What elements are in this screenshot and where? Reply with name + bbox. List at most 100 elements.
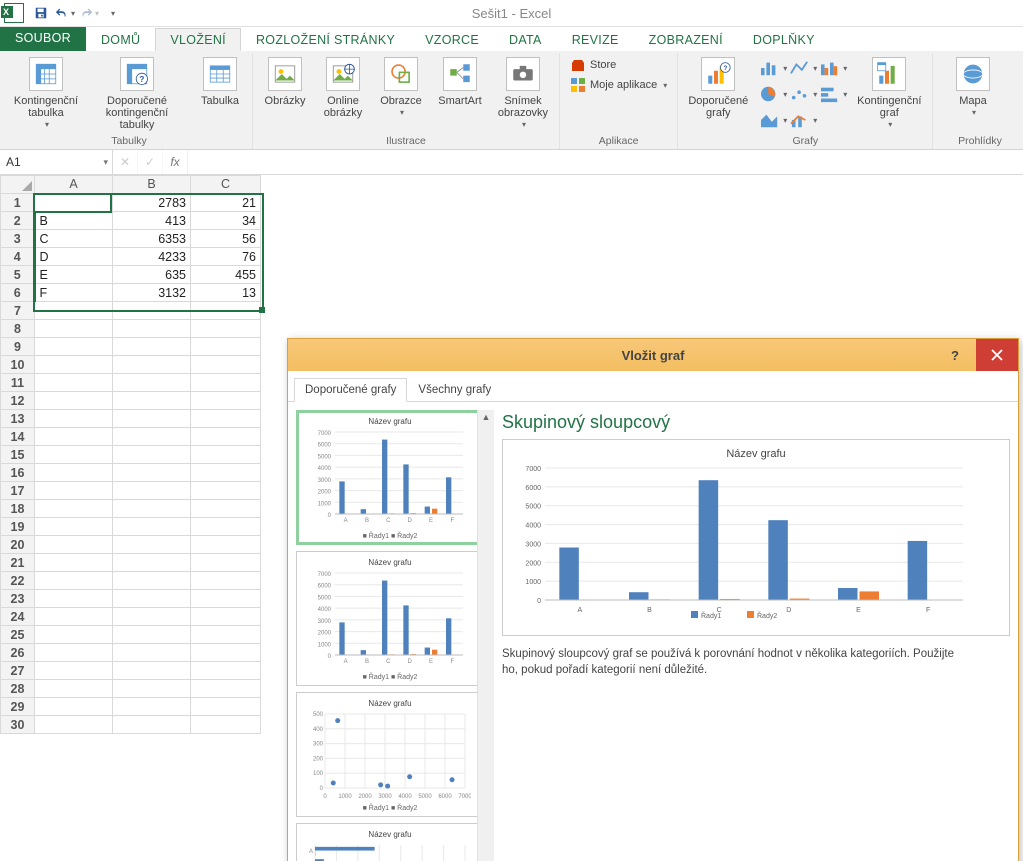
cell[interactable]	[35, 716, 113, 734]
cell[interactable]: 413	[113, 212, 191, 230]
cell[interactable]	[113, 338, 191, 356]
cell[interactable]	[191, 500, 261, 518]
cell[interactable]: C	[35, 230, 113, 248]
cell[interactable]	[35, 410, 113, 428]
row-header[interactable]: 9	[1, 338, 35, 356]
row-header[interactable]: 24	[1, 608, 35, 626]
cell[interactable]	[191, 608, 261, 626]
cell[interactable]: 2783	[113, 194, 191, 212]
row-header[interactable]: 25	[1, 626, 35, 644]
chart-type-combo[interactable]: ▾	[788, 107, 818, 133]
cell[interactable]: 4233	[113, 248, 191, 266]
cell[interactable]: F	[35, 284, 113, 302]
chart-thumbnail[interactable]: Název grafu 0100020003000400050006000700…	[296, 692, 484, 817]
cell[interactable]	[113, 392, 191, 410]
chart-type-pie[interactable]: ▾	[758, 81, 788, 107]
cell[interactable]: 455	[191, 266, 261, 284]
cancel-formula-icon[interactable]: ✕	[113, 150, 138, 174]
row-header[interactable]: 2	[1, 212, 35, 230]
ribbon-tab-formulas[interactable]: VZORCE	[410, 28, 494, 51]
undo-button[interactable]: ▾	[54, 2, 76, 24]
cell[interactable]	[191, 644, 261, 662]
cell[interactable]	[35, 518, 113, 536]
my-apps-button[interactable]: Moje aplikace ▾	[566, 75, 671, 95]
cell[interactable]	[113, 410, 191, 428]
cell[interactable]	[113, 698, 191, 716]
table-button[interactable]: Tabulka	[194, 55, 246, 109]
chart-thumbnail[interactable]: Název grafu 0100020003000400050006000700…	[296, 823, 484, 861]
row-header[interactable]: 21	[1, 554, 35, 572]
cell[interactable]	[113, 572, 191, 590]
enter-formula-icon[interactable]: ✓	[138, 150, 163, 174]
cell[interactable]	[113, 482, 191, 500]
cell[interactable]	[191, 392, 261, 410]
row-header[interactable]: 13	[1, 410, 35, 428]
dialog-tab-recommended[interactable]: Doporučené grafy	[294, 378, 407, 402]
cell[interactable]	[35, 428, 113, 446]
cell[interactable]	[35, 536, 113, 554]
row-header[interactable]: 8	[1, 320, 35, 338]
cell[interactable]	[35, 356, 113, 374]
ribbon-tab-home[interactable]: DOMŮ	[86, 28, 155, 51]
cell[interactable]	[35, 626, 113, 644]
cell[interactable]	[35, 374, 113, 392]
cell[interactable]: 34	[191, 212, 261, 230]
cell[interactable]	[35, 662, 113, 680]
row-header[interactable]: 3	[1, 230, 35, 248]
dialog-help-button[interactable]: ?	[934, 339, 976, 371]
cell[interactable]	[113, 716, 191, 734]
recommended-charts-button[interactable]: ? Doporučené grafy	[684, 55, 752, 121]
cell[interactable]	[35, 446, 113, 464]
row-header[interactable]: 20	[1, 536, 35, 554]
chart-thumbnail[interactable]: Název grafu 0100020003000400050006000700…	[296, 410, 484, 545]
row-header[interactable]: 19	[1, 518, 35, 536]
cell[interactable]	[191, 410, 261, 428]
name-box[interactable]: A1	[0, 150, 113, 174]
ribbon-tab-insert[interactable]: VLOŽENÍ	[155, 28, 241, 51]
fx-icon[interactable]: fx	[163, 150, 188, 174]
row-header[interactable]: 26	[1, 644, 35, 662]
cell[interactable]	[35, 698, 113, 716]
row-header[interactable]: 4	[1, 248, 35, 266]
cell[interactable]	[191, 572, 261, 590]
cell[interactable]	[191, 338, 261, 356]
cell[interactable]	[191, 518, 261, 536]
cell[interactable]	[35, 500, 113, 518]
row-header[interactable]: 23	[1, 590, 35, 608]
cell[interactable]	[35, 482, 113, 500]
cell[interactable]	[113, 554, 191, 572]
cell[interactable]	[113, 626, 191, 644]
cell[interactable]: 56	[191, 230, 261, 248]
dialog-close-button[interactable]	[976, 339, 1018, 371]
cell[interactable]	[191, 446, 261, 464]
cell[interactable]	[191, 302, 261, 320]
cell[interactable]	[113, 500, 191, 518]
cell[interactable]	[113, 302, 191, 320]
ribbon-tab-layout[interactable]: ROZLOŽENÍ STRÁNKY	[241, 28, 410, 51]
column-header-c[interactable]: C	[191, 176, 261, 194]
cell[interactable]	[113, 428, 191, 446]
cell[interactable]	[113, 662, 191, 680]
cell[interactable]	[35, 392, 113, 410]
cell[interactable]	[113, 464, 191, 482]
column-header-a[interactable]: A	[35, 176, 113, 194]
cell[interactable]: B	[35, 212, 113, 230]
cell[interactable]	[113, 536, 191, 554]
cell[interactable]: E	[35, 266, 113, 284]
dialog-titlebar[interactable]: Vložit graf ?	[288, 339, 1018, 371]
cell[interactable]	[191, 428, 261, 446]
cell[interactable]	[35, 554, 113, 572]
cell[interactable]	[113, 374, 191, 392]
cell[interactable]	[191, 374, 261, 392]
chart-type-area[interactable]: ▾	[758, 107, 788, 133]
chart-type-stock[interactable]: ▾	[818, 55, 848, 81]
cell[interactable]: 13	[191, 284, 261, 302]
ribbon-tab-review[interactable]: REVIZE	[557, 28, 634, 51]
row-header[interactable]: 1	[1, 194, 35, 212]
cell[interactable]: D	[35, 248, 113, 266]
row-header[interactable]: 16	[1, 464, 35, 482]
cell[interactable]: A	[35, 194, 113, 212]
pictures-button[interactable]: Obrázky	[259, 55, 311, 109]
thumbnail-scrollbar[interactable]: ▲ ▼	[477, 410, 494, 861]
row-header[interactable]: 30	[1, 716, 35, 734]
